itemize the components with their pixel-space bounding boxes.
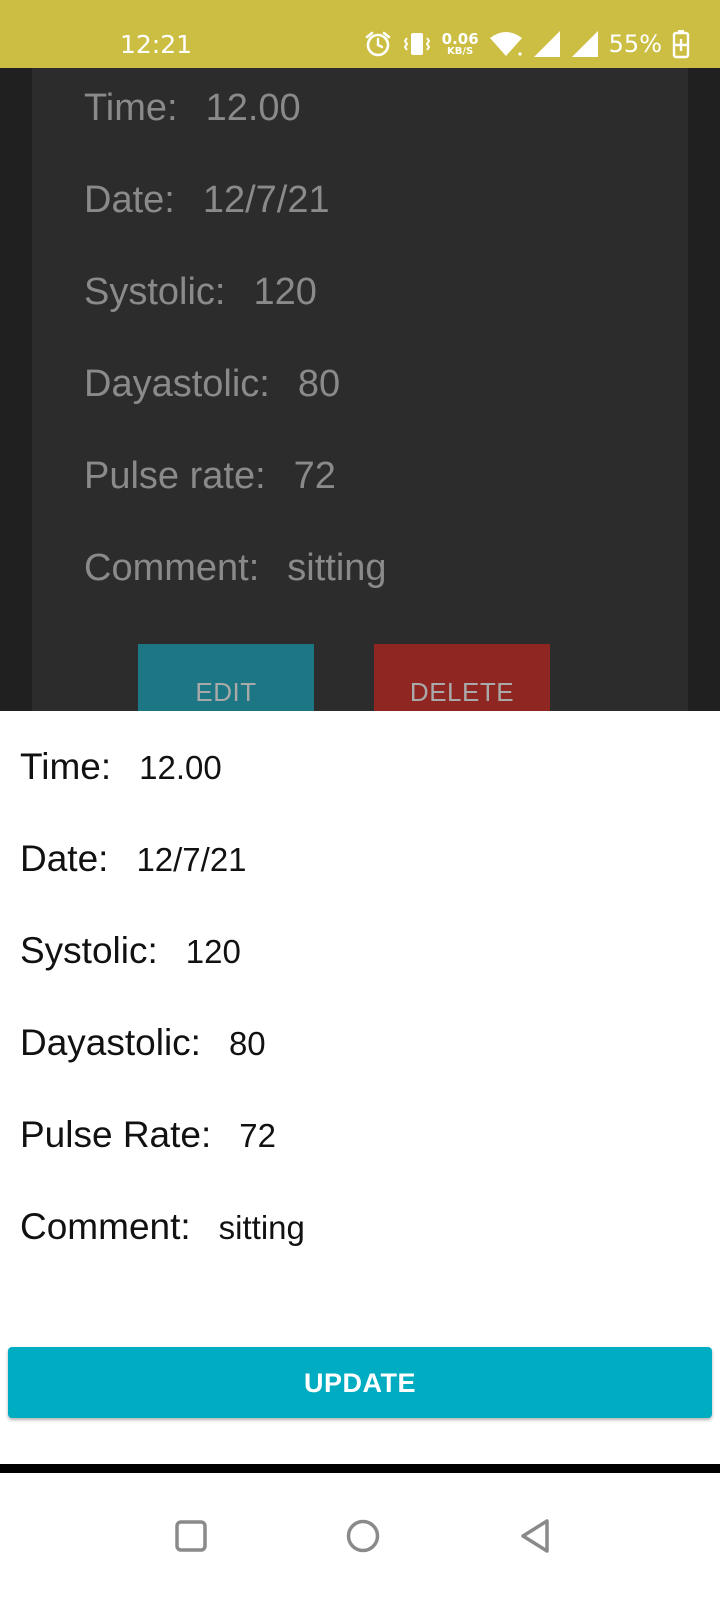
bg-diastolic-row: Dayastolic: 80	[84, 362, 340, 406]
bg-comment-value: sitting	[287, 547, 387, 589]
navigation-bar	[0, 1473, 720, 1600]
bg-systolic-value: 120	[253, 271, 317, 313]
bg-diastolic-label: Dayastolic:	[84, 363, 270, 405]
pulse-rate-label: Pulse Rate:	[20, 1114, 212, 1155]
date-field[interactable]: 12/7/21	[136, 841, 246, 879]
home-circle-icon[interactable]	[338, 1511, 388, 1561]
comment-row: Comment: sitting	[20, 1206, 305, 1248]
diastolic-label: Dayastolic:	[20, 1022, 201, 1063]
bg-systolic-label: Systolic:	[84, 271, 226, 313]
status-bar: 12:21 0.06 KB/S 55%	[0, 0, 720, 68]
date-label: Date:	[20, 838, 109, 879]
pulse-rate-field[interactable]: 72	[239, 1117, 276, 1155]
bg-time-value: 12.00	[205, 87, 301, 129]
signal-icon	[533, 30, 561, 58]
bg-pulse-row: Pulse rate: 72	[84, 454, 336, 498]
bg-comment-label: Comment:	[84, 547, 260, 589]
back-triangle-icon[interactable]	[510, 1511, 560, 1561]
diastolic-field[interactable]: 80	[229, 1025, 266, 1063]
edit-button: EDIT	[138, 644, 314, 711]
time-row: Time: 12.00	[20, 746, 222, 788]
net-speed-indicator: 0.06 KB/S	[441, 29, 479, 57]
systolic-row: Systolic: 120	[20, 930, 241, 972]
comment-label: Comment:	[20, 1206, 191, 1247]
wifi-icon	[489, 30, 523, 58]
bg-systolic-row: Systolic: 120	[84, 270, 317, 314]
bg-date-label: Date:	[84, 179, 175, 221]
vibrate-icon	[402, 31, 432, 57]
systolic-label: Systolic:	[20, 930, 158, 971]
alarm-icon	[364, 30, 392, 58]
diastolic-row: Dayastolic: 80	[20, 1022, 266, 1064]
bg-pulse-label: Pulse rate:	[84, 455, 266, 497]
battery-charging-icon	[672, 29, 690, 59]
recents-square-icon[interactable]	[166, 1511, 216, 1561]
pulse-rate-row: Pulse Rate: 72	[20, 1114, 276, 1156]
bg-pulse-value: 72	[293, 455, 336, 497]
signal-icon	[571, 30, 599, 58]
bg-diastolic-value: 80	[297, 363, 341, 405]
background-screen: Time: 12.00 Date: 12/7/21 Systolic: 120 Day…	[0, 68, 720, 711]
update-record-sheet: Time: 12.00 Date: 12/7/21 Systolic: 120 …	[0, 711, 720, 1465]
bg-time-row: Time: 12.00	[84, 86, 301, 130]
battery-percentage: 55%	[608, 30, 662, 58]
net-speed-value: 0.06	[441, 29, 479, 48]
bg-date-value: 12/7/21	[202, 179, 330, 221]
delete-button: DELETE	[374, 644, 550, 711]
bg-time-label: Time:	[84, 87, 178, 129]
date-row: Date: 12/7/21	[20, 838, 247, 880]
update-button[interactable]: UPDATE	[8, 1347, 712, 1418]
comment-field[interactable]: sitting	[219, 1209, 305, 1247]
bg-date-row: Date: 12/7/21	[84, 178, 330, 222]
systolic-field[interactable]: 120	[186, 933, 241, 971]
net-speed-unit: KB/S	[447, 45, 474, 57]
time-label: Time:	[20, 746, 112, 787]
sheet-bottom-divider	[0, 1464, 720, 1473]
time-field[interactable]: 12.00	[139, 749, 222, 787]
status-time: 12:21	[120, 30, 193, 59]
background-record-card: Time: 12.00 Date: 12/7/21 Systolic: 120 Day…	[32, 68, 688, 711]
status-icons: 0.06 KB/S 55%	[364, 26, 690, 62]
bg-comment-row: Comment: sitting	[84, 546, 387, 590]
